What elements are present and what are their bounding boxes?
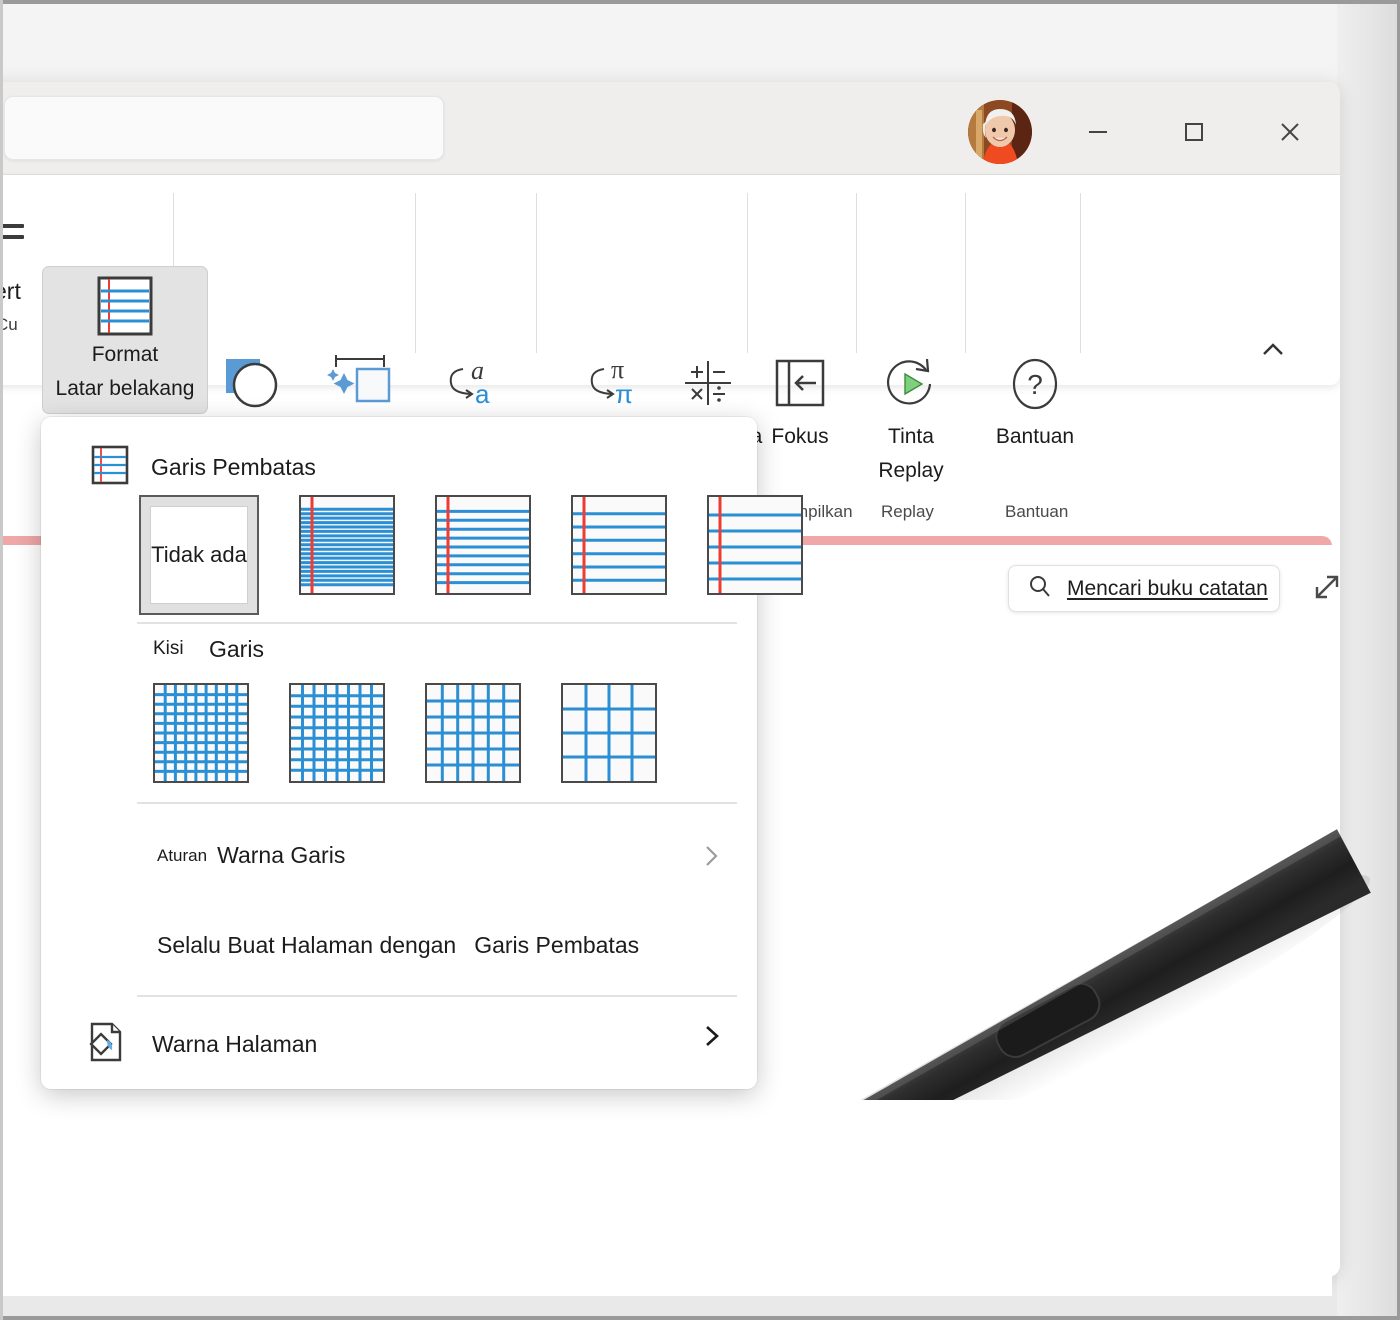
grid-option-small-grid[interactable]: [153, 683, 249, 783]
rule-option-none[interactable]: Tidak ada: [139, 495, 259, 615]
grid-section-label-small: Kisi: [153, 638, 184, 660]
user-avatar[interactable]: [968, 100, 1032, 164]
grid-options: [153, 683, 657, 783]
menu-item-label: Warna Garis: [217, 842, 345, 869]
grid-option-medium-grid[interactable]: [289, 683, 385, 783]
ribbon-truncated-label-top: ert: [0, 278, 21, 305]
menu-divider: [137, 802, 737, 804]
grid-option-large-grid[interactable]: [425, 683, 521, 783]
screenshot-border-bottom: [0, 1316, 1400, 1320]
screenshot-root: ert Cu: [0, 0, 1400, 1320]
desktop-backdrop-right: [1337, 4, 1397, 1316]
ribbon-button-help[interactable]: ? Bantuan: [970, 348, 1100, 454]
ribbon-button-ink-replay[interactable]: Tinta Replay: [860, 348, 962, 488]
title-bar: [0, 82, 1340, 175]
grid-option-extra-large-grid[interactable]: [561, 683, 657, 783]
menu-lines-icon: [0, 224, 24, 246]
grid-section-label: Garis: [209, 636, 264, 663]
ribbon-separator: [856, 193, 857, 353]
menu-item-always-create-pages[interactable]: Selalu Buat Halaman dengan Garis Pembata…: [157, 932, 639, 959]
menu-item-prefix: Selalu Buat Halaman dengan: [157, 932, 456, 959]
ribbon-label-format: Format: [42, 338, 208, 372]
ink-replay-icon: [860, 348, 962, 420]
menu-item-rule-color[interactable]: Aturan Warna Garis: [157, 842, 345, 869]
close-button[interactable]: [1258, 100, 1322, 164]
rule-option-college-ruled[interactable]: [435, 495, 531, 595]
ink-to-text-icon: a a: [418, 348, 534, 420]
page-color-icon: [86, 1021, 126, 1068]
rule-option-narrow-ruled[interactable]: [299, 495, 395, 595]
rule-option-standard-ruled[interactable]: [571, 495, 667, 595]
help-icon: ?: [970, 348, 1100, 420]
ribbon-separator: [747, 193, 748, 353]
rule-option-label: Tidak ada: [141, 497, 257, 613]
search-input-value[interactable]: Mencari buku catatan: [1067, 577, 1268, 601]
minimize-button[interactable]: [1066, 100, 1130, 164]
screenshot-border-left: [0, 0, 3, 1320]
menu-item-page-color[interactable]: Warna Halaman: [86, 1021, 317, 1068]
ruled-page-icon: [42, 266, 208, 338]
chevron-right-icon[interactable]: [701, 842, 721, 875]
chevron-right-icon[interactable]: [701, 1021, 723, 1056]
menu-item-label: Garis Pembatas: [474, 932, 639, 959]
ribbon-separator: [536, 193, 537, 353]
ribbon-button-focus[interactable]: Fokus: [750, 348, 850, 454]
search-icon: [1027, 573, 1053, 604]
menu-header: Garis Pembatas: [91, 445, 316, 490]
ribbon-label-latar-belakang: Latar belakang: [42, 372, 208, 406]
menu-header-label: Garis Pembatas: [151, 454, 316, 481]
menu-item-label: Warna Halaman: [152, 1031, 317, 1058]
menu-divider: [137, 995, 737, 997]
ribbon-separator: [965, 193, 966, 353]
chevron-up-icon[interactable]: [1258, 340, 1288, 365]
ribbon-label: Tinta: [860, 420, 962, 454]
menu-item-prefix: Aturan: [157, 846, 207, 866]
svg-text:?: ?: [1027, 369, 1043, 400]
format-background-menu: Garis Pembatas Tidak ada Kisi Garis Atur…: [41, 417, 757, 1089]
ribbon-separator: [415, 193, 416, 353]
ribbon-group-label-replay: Replay: [881, 502, 934, 522]
ribbon-label: Bantuan: [970, 420, 1100, 454]
menu-divider: [137, 622, 737, 624]
ribbon-button-format-background-overlay[interactable]: Format Latar belakang: [42, 266, 208, 414]
ribbon-label: Fokus: [750, 420, 850, 454]
svg-text:a: a: [475, 379, 490, 409]
screenshot-border-top: [0, 0, 1400, 4]
ribbon-group-label-bantuan: Bantuan: [1005, 502, 1068, 522]
ruled-lines-icon: [91, 445, 129, 490]
expand-diagonal-icon[interactable]: [1310, 570, 1344, 609]
focus-icon: [750, 348, 850, 420]
rule-option-wide-ruled[interactable]: [707, 495, 803, 595]
maximize-button[interactable]: [1162, 100, 1226, 164]
ribbon-label: Replay: [860, 454, 962, 488]
search-notebooks-box[interactable]: Mencari buku catatan: [1008, 565, 1280, 612]
rule-lines-options: Tidak ada: [139, 495, 803, 615]
tab-search-field[interactable]: [4, 96, 444, 160]
ribbon-separator: [1080, 193, 1081, 353]
